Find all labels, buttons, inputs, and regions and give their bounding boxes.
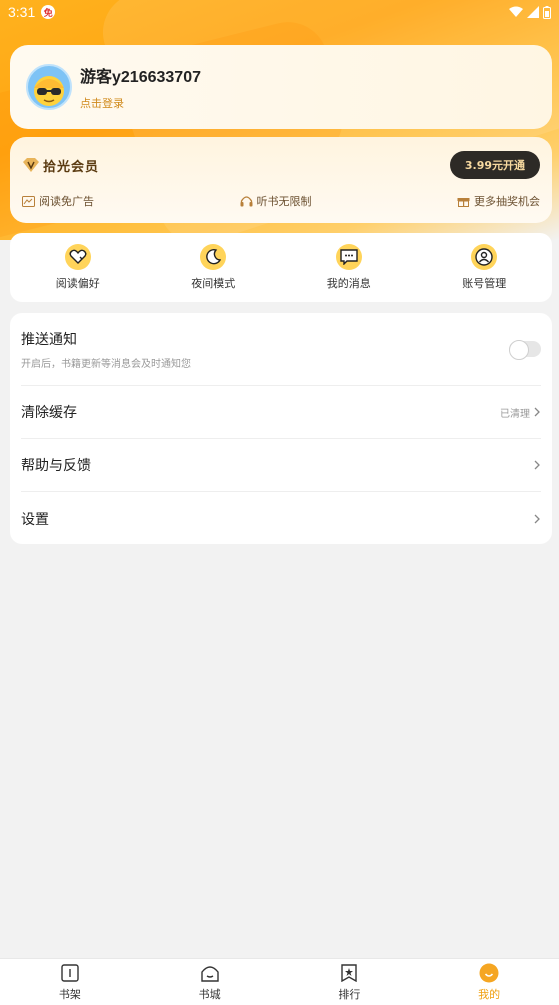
app-notification-icon: 免 <box>41 5 56 19</box>
tab-label: 书架 <box>58 987 81 1001</box>
tab-ranking[interactable]: 排行 <box>280 959 420 1005</box>
vip-diamond-icon <box>23 158 39 172</box>
perk-label: 更多抽奖机会 <box>474 195 540 208</box>
quick-label: 我的消息 <box>326 277 371 290</box>
signal-icon <box>527 6 539 18</box>
push-notification-row: 推送通知 开启后，书籍更新等消息会及时通知您 <box>21 313 541 386</box>
settings-title: 设置 <box>21 511 49 528</box>
clear-cache-row[interactable]: 清除缓存 已清理 <box>21 386 541 439</box>
login-link[interactable]: 点击登录 <box>80 95 201 111</box>
perk-audio: 听书无限制 <box>240 193 312 209</box>
quick-night-mode[interactable]: 夜间模式 <box>146 233 282 302</box>
ad-free-icon <box>22 195 35 207</box>
push-subtitle: 开启后，书籍更新等消息会及时通知您 <box>21 358 191 370</box>
vip-perks: 阅读免广告 听书无限制 更多抽奖机会 <box>22 193 540 209</box>
quick-label: 账号管理 <box>462 277 507 290</box>
status-icons <box>509 5 551 19</box>
tab-label: 书城 <box>198 987 221 1001</box>
tab-me[interactable]: 我的 <box>419 959 559 1005</box>
avatar[interactable] <box>26 64 72 110</box>
quick-reading-preference[interactable]: 阅读偏好 <box>10 233 146 302</box>
perk-lottery: 更多抽奖机会 <box>457 193 540 209</box>
push-title: 推送通知 <box>21 331 77 348</box>
store-icon <box>200 965 219 982</box>
wifi-icon <box>509 6 523 17</box>
perk-ad-free: 阅读免广告 <box>22 193 94 209</box>
vip-open-button[interactable]: 3.99元开通 <box>449 151 540 179</box>
settings-list: 推送通知 开启后，书籍更新等消息会及时通知您 清除缓存 已清理 帮助与反馈 设置 <box>10 313 552 544</box>
gift-icon <box>457 198 470 207</box>
me-icon <box>479 963 499 982</box>
message-icon <box>335 244 362 270</box>
tab-bookshelf[interactable]: 书架 <box>0 959 140 1005</box>
settings-row[interactable]: 设置 <box>21 492 541 545</box>
heart-icon <box>64 244 91 270</box>
perk-label: 阅读免广告 <box>39 195 94 208</box>
tab-store[interactable]: 书城 <box>140 959 280 1005</box>
chevron-right-icon <box>534 460 540 470</box>
help-feedback-row[interactable]: 帮助与反馈 <box>21 439 541 492</box>
status-time: 3:31 <box>8 4 36 20</box>
push-toggle[interactable] <box>509 340 541 360</box>
quick-my-messages[interactable]: 我的消息 <box>281 233 417 302</box>
cache-title: 清除缓存 <box>21 405 77 421</box>
headphones-icon <box>240 196 252 207</box>
user-icon <box>471 244 498 270</box>
status-bar: 3:31 免 <box>0 0 559 24</box>
bookshelf-icon <box>61 963 79 982</box>
tab-label: 我的 <box>478 987 501 1001</box>
help-title: 帮助与反馈 <box>21 458 91 474</box>
battery-icon <box>543 5 551 19</box>
quick-label: 阅读偏好 <box>55 277 100 290</box>
moon-icon <box>200 244 227 270</box>
vip-card: 拾光会员 3.99元开通 阅读免广告 听书无限制 更多抽奖机会 <box>10 137 552 223</box>
bottom-tabbar: 书架 书城 排行 我的 <box>0 958 559 1005</box>
username: 游客y216633707 <box>80 69 201 86</box>
vip-title: 拾光会员 <box>43 159 100 175</box>
ranking-icon <box>341 963 358 982</box>
quick-label: 夜间模式 <box>191 277 236 290</box>
chevron-right-icon <box>534 407 540 417</box>
chevron-right-icon <box>534 514 540 523</box>
cache-status: 已清理 <box>500 408 530 420</box>
quick-actions: 阅读偏好 夜间模式 我的消息 账号管理 <box>10 233 552 302</box>
quick-account-management[interactable]: 账号管理 <box>417 233 553 302</box>
perk-label: 听书无限制 <box>256 195 312 208</box>
profile-card[interactable]: 游客y216633707 点击登录 <box>10 45 552 129</box>
tab-label: 排行 <box>338 987 361 1001</box>
avatar-face-icon <box>34 76 64 106</box>
